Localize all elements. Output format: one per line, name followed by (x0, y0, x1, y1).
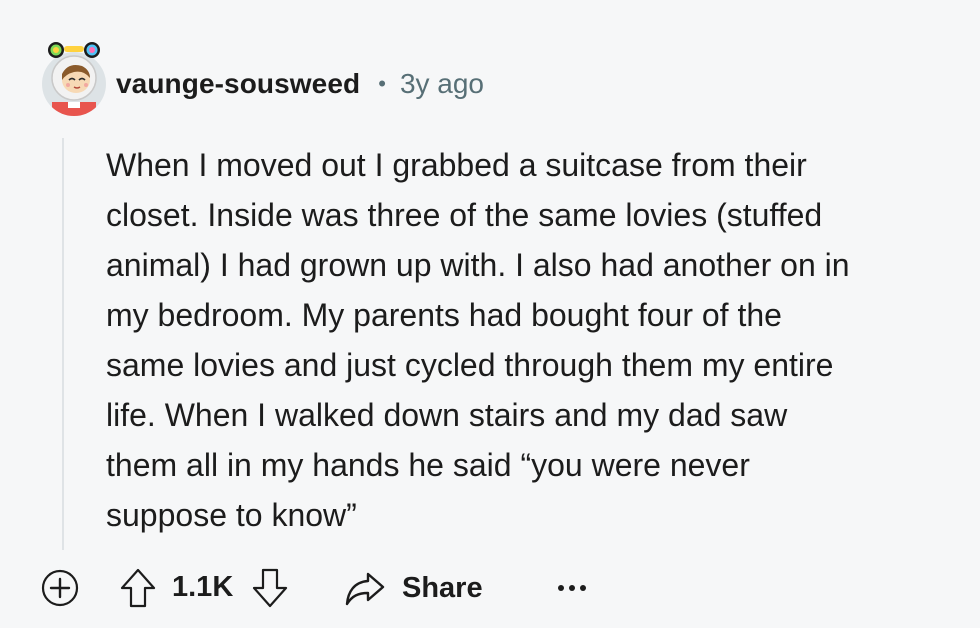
comment-age: 3y ago (399, 68, 485, 99)
comment-line: them all in my hands he said “you were n… (106, 447, 750, 483)
comment-header: vaunge-sousweed • 3y ago (116, 66, 484, 102)
vote-score: 1.1K (172, 571, 234, 603)
comment-line: same lovies and just cycled through them… (106, 347, 834, 383)
comment-actions: 1.1K Share (40, 566, 640, 610)
user-avatar[interactable] (38, 40, 110, 118)
author-username[interactable]: vaunge-sousweed (116, 68, 360, 100)
comment-line: When I moved out I grabbed a suitcase fr… (106, 147, 807, 183)
comment-line: suppose to know” (106, 497, 357, 533)
plus-circle-icon (41, 569, 79, 607)
downvote-button[interactable] (250, 566, 290, 610)
comment-line: closet. Inside was three of the same lov… (106, 197, 823, 233)
comment-body: When I moved out I grabbed a suitcase fr… (106, 140, 956, 540)
share-button[interactable]: Share (344, 566, 483, 610)
comment-line: animal) I had grown up with. I also had … (106, 247, 850, 283)
thread-line[interactable] (62, 138, 64, 550)
more-options-button[interactable] (552, 566, 592, 610)
comment-line: my bedroom. My parents had bought four o… (106, 297, 782, 333)
ellipsis-icon (558, 585, 586, 591)
arrow-up-icon (120, 568, 156, 608)
comment-line: life. When I walked down stairs and my d… (106, 397, 788, 433)
share-label: Share (402, 571, 483, 604)
share-arrow-icon (345, 572, 385, 606)
expand-thread-button[interactable] (40, 568, 80, 608)
arrow-down-icon (252, 568, 288, 608)
comment-container: vaunge-sousweed • 3y ago When I moved ou… (0, 0, 980, 628)
meta-separator: • (378, 71, 386, 96)
upvote-button[interactable] (118, 566, 158, 610)
avatar-image (42, 42, 106, 116)
